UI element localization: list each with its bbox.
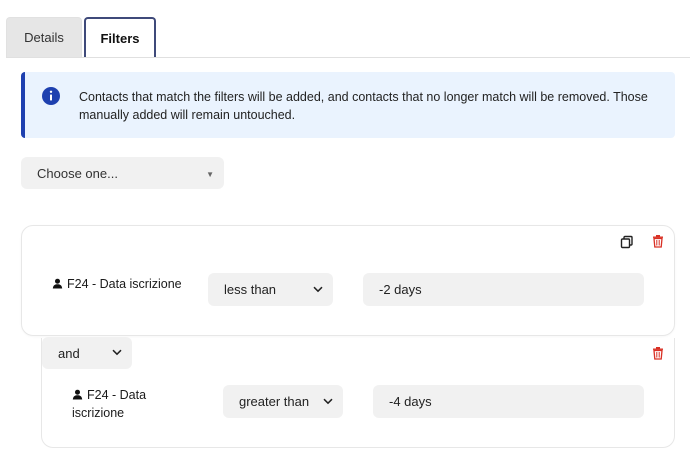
operator-select-2[interactable]: greater than	[223, 385, 343, 418]
conjunction-select-label: and	[58, 345, 80, 361]
add-filter-select[interactable]: Choose one... ▼	[21, 157, 224, 189]
operator-select-1-label: less than	[224, 282, 277, 297]
person-icon	[72, 389, 83, 400]
chevron-down-icon	[313, 286, 323, 292]
info-icon	[42, 87, 60, 105]
filter-field-1: F24 - Data iscrizione	[52, 275, 192, 293]
value-input-1[interactable]: -2 days	[363, 273, 644, 306]
operator-select-2-label: greater than	[239, 394, 310, 409]
conjunction-select[interactable]: and	[42, 337, 132, 369]
value-input-2-text: -4 days	[389, 394, 432, 409]
value-input-1-text: -2 days	[379, 282, 422, 297]
operator-select-1[interactable]: less than	[208, 273, 333, 306]
caret-down-icon: ▼	[206, 170, 214, 179]
chevron-down-icon	[112, 349, 122, 356]
tab-filters-label: Filters	[100, 30, 140, 46]
filter-field-2-label-line1: F24 - Data	[87, 388, 147, 402]
person-icon	[52, 278, 63, 289]
trash-icon[interactable]	[651, 346, 665, 360]
filter-field-2-label-line2: iscrizione	[72, 406, 125, 420]
info-banner: Contacts that match the filters will be …	[21, 72, 675, 138]
add-filter-select-label: Choose one...	[37, 165, 118, 181]
info-text: Contacts that match the filters will be …	[79, 90, 648, 122]
tab-details[interactable]: Details	[6, 17, 82, 57]
tab-details-label: Details	[24, 30, 64, 45]
tab-filters[interactable]: Filters	[84, 17, 156, 57]
filter-field-2: F24 - Data iscrizione	[72, 386, 192, 422]
tabs-divider	[6, 57, 690, 58]
copy-icon[interactable]	[620, 235, 634, 249]
filter-field-1-label: F24 - Data iscrizione	[67, 277, 182, 291]
trash-icon[interactable]	[651, 234, 665, 248]
value-input-2[interactable]: -4 days	[373, 385, 644, 418]
chevron-down-icon	[323, 398, 333, 404]
